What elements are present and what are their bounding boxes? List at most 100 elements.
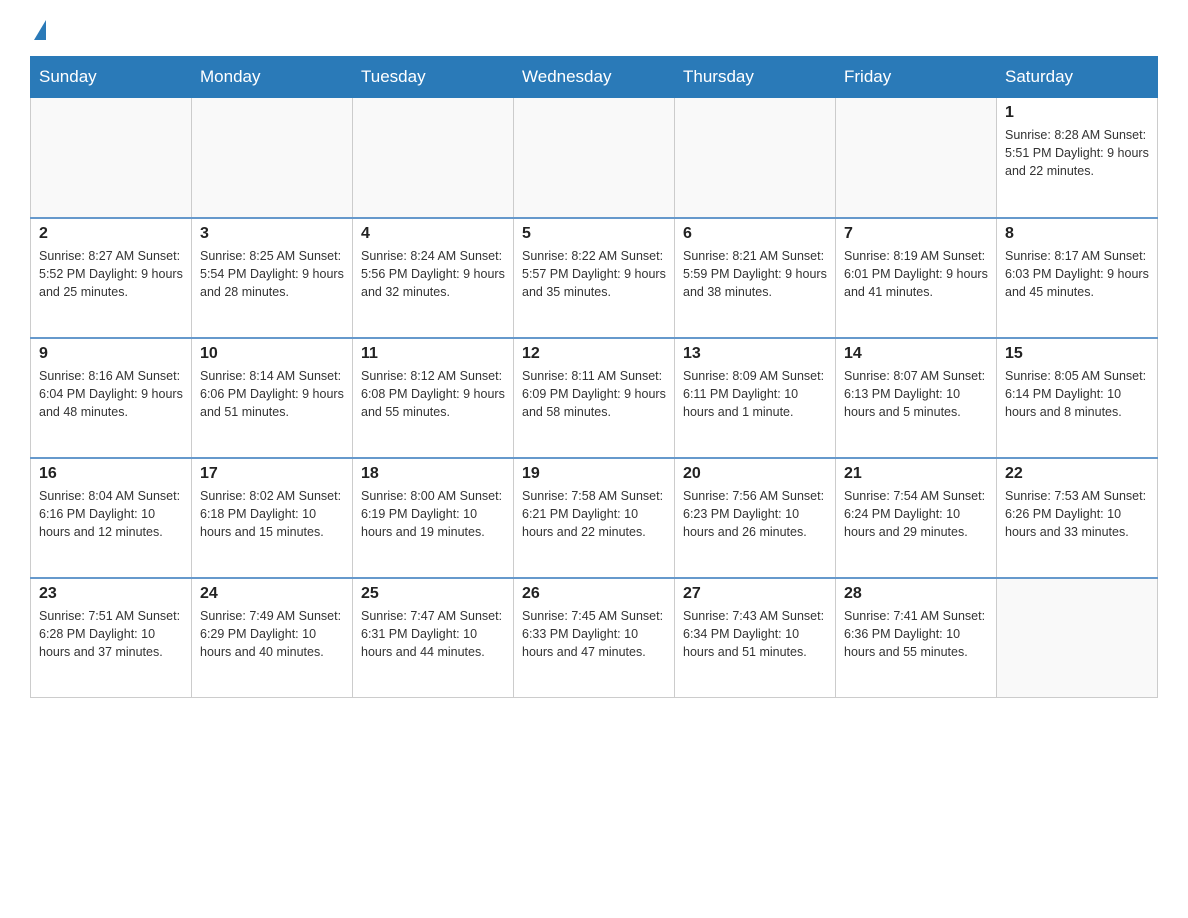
day-info: Sunrise: 8:02 AM Sunset: 6:18 PM Dayligh… — [200, 487, 344, 541]
day-info: Sunrise: 8:04 AM Sunset: 6:16 PM Dayligh… — [39, 487, 183, 541]
day-number: 3 — [200, 225, 344, 243]
day-number: 23 — [39, 585, 183, 603]
day-info: Sunrise: 8:16 AM Sunset: 6:04 PM Dayligh… — [39, 367, 183, 421]
day-info: Sunrise: 8:12 AM Sunset: 6:08 PM Dayligh… — [361, 367, 505, 421]
day-number: 28 — [844, 585, 988, 603]
calendar-cell: 12 Sunrise: 8:11 AM Sunset: 6:09 PM Dayli… — [514, 338, 675, 458]
calendar-week-row: 23 Sunrise: 7:51 AM Sunset: 6:28 PM Dayli… — [31, 578, 1158, 698]
calendar-cell — [514, 98, 675, 218]
day-number: 24 — [200, 585, 344, 603]
calendar-cell: 13 Sunrise: 8:09 AM Sunset: 6:11 PM Dayli… — [675, 338, 836, 458]
day-info: Sunrise: 7:47 AM Sunset: 6:31 PM Dayligh… — [361, 607, 505, 661]
calendar-cell: 16 Sunrise: 8:04 AM Sunset: 6:16 PM Dayli… — [31, 458, 192, 578]
day-number: 6 — [683, 225, 827, 243]
logo-triangle-icon — [34, 20, 46, 40]
calendar-cell: 3 Sunrise: 8:25 AM Sunset: 5:54 PM Daylig… — [192, 218, 353, 338]
calendar-cell: 24 Sunrise: 7:49 AM Sunset: 6:29 PM Dayli… — [192, 578, 353, 698]
calendar-cell: 15 Sunrise: 8:05 AM Sunset: 6:14 PM Dayli… — [997, 338, 1158, 458]
day-info: Sunrise: 8:24 AM Sunset: 5:56 PM Dayligh… — [361, 247, 505, 301]
day-number: 11 — [361, 345, 505, 363]
calendar-cell: 27 Sunrise: 7:43 AM Sunset: 6:34 PM Dayli… — [675, 578, 836, 698]
weekday-header-monday: Monday — [192, 57, 353, 98]
calendar-cell: 10 Sunrise: 8:14 AM Sunset: 6:06 PM Dayli… — [192, 338, 353, 458]
day-number: 4 — [361, 225, 505, 243]
day-number: 10 — [200, 345, 344, 363]
day-number: 12 — [522, 345, 666, 363]
weekday-header-row: SundayMondayTuesdayWednesdayThursdayFrid… — [31, 57, 1158, 98]
day-info: Sunrise: 7:43 AM Sunset: 6:34 PM Dayligh… — [683, 607, 827, 661]
calendar-cell: 9 Sunrise: 8:16 AM Sunset: 6:04 PM Daylig… — [31, 338, 192, 458]
day-number: 5 — [522, 225, 666, 243]
day-number: 25 — [361, 585, 505, 603]
day-info: Sunrise: 7:54 AM Sunset: 6:24 PM Dayligh… — [844, 487, 988, 541]
logo — [30, 20, 46, 38]
calendar-cell: 5 Sunrise: 8:22 AM Sunset: 5:57 PM Daylig… — [514, 218, 675, 338]
day-info: Sunrise: 8:14 AM Sunset: 6:06 PM Dayligh… — [200, 367, 344, 421]
calendar-week-row: 9 Sunrise: 8:16 AM Sunset: 6:04 PM Daylig… — [31, 338, 1158, 458]
day-number: 20 — [683, 465, 827, 483]
day-number: 13 — [683, 345, 827, 363]
day-info: Sunrise: 8:00 AM Sunset: 6:19 PM Dayligh… — [361, 487, 505, 541]
calendar-cell: 7 Sunrise: 8:19 AM Sunset: 6:01 PM Daylig… — [836, 218, 997, 338]
calendar-week-row: 16 Sunrise: 8:04 AM Sunset: 6:16 PM Dayli… — [31, 458, 1158, 578]
calendar-cell: 2 Sunrise: 8:27 AM Sunset: 5:52 PM Daylig… — [31, 218, 192, 338]
day-info: Sunrise: 8:21 AM Sunset: 5:59 PM Dayligh… — [683, 247, 827, 301]
weekday-header-thursday: Thursday — [675, 57, 836, 98]
calendar-cell: 21 Sunrise: 7:54 AM Sunset: 6:24 PM Dayli… — [836, 458, 997, 578]
calendar-cell: 14 Sunrise: 8:07 AM Sunset: 6:13 PM Dayli… — [836, 338, 997, 458]
calendar-cell: 28 Sunrise: 7:41 AM Sunset: 6:36 PM Dayli… — [836, 578, 997, 698]
day-number: 15 — [1005, 345, 1149, 363]
weekday-header-saturday: Saturday — [997, 57, 1158, 98]
page-header — [30, 20, 1158, 38]
day-info: Sunrise: 7:41 AM Sunset: 6:36 PM Dayligh… — [844, 607, 988, 661]
calendar-cell: 17 Sunrise: 8:02 AM Sunset: 6:18 PM Dayli… — [192, 458, 353, 578]
day-number: 7 — [844, 225, 988, 243]
day-info: Sunrise: 7:49 AM Sunset: 6:29 PM Dayligh… — [200, 607, 344, 661]
calendar-cell: 22 Sunrise: 7:53 AM Sunset: 6:26 PM Dayli… — [997, 458, 1158, 578]
calendar-cell — [353, 98, 514, 218]
day-number: 17 — [200, 465, 344, 483]
day-number: 26 — [522, 585, 666, 603]
calendar-cell: 19 Sunrise: 7:58 AM Sunset: 6:21 PM Dayli… — [514, 458, 675, 578]
day-info: Sunrise: 7:58 AM Sunset: 6:21 PM Dayligh… — [522, 487, 666, 541]
day-number: 1 — [1005, 104, 1149, 122]
day-number: 2 — [39, 225, 183, 243]
day-info: Sunrise: 8:05 AM Sunset: 6:14 PM Dayligh… — [1005, 367, 1149, 421]
day-number: 19 — [522, 465, 666, 483]
calendar-cell — [675, 98, 836, 218]
day-info: Sunrise: 8:19 AM Sunset: 6:01 PM Dayligh… — [844, 247, 988, 301]
calendar-cell: 1Sunrise: 8:28 AM Sunset: 5:51 PM Daylig… — [997, 98, 1158, 218]
calendar-cell: 11 Sunrise: 8:12 AM Sunset: 6:08 PM Dayli… — [353, 338, 514, 458]
day-info: Sunrise: 8:27 AM Sunset: 5:52 PM Dayligh… — [39, 247, 183, 301]
day-info: Sunrise: 8:07 AM Sunset: 6:13 PM Dayligh… — [844, 367, 988, 421]
weekday-header-wednesday: Wednesday — [514, 57, 675, 98]
calendar-cell: 26Sunrise: 7:45 AM Sunset: 6:33 PM Dayli… — [514, 578, 675, 698]
calendar-cell — [997, 578, 1158, 698]
day-number: 16 — [39, 465, 183, 483]
day-number: 9 — [39, 345, 183, 363]
weekday-header-tuesday: Tuesday — [353, 57, 514, 98]
day-number: 21 — [844, 465, 988, 483]
calendar-cell — [836, 98, 997, 218]
day-info: Sunrise: 7:53 AM Sunset: 6:26 PM Dayligh… — [1005, 487, 1149, 541]
weekday-header-sunday: Sunday — [31, 57, 192, 98]
day-info: Sunrise: 8:11 AM Sunset: 6:09 PM Dayligh… — [522, 367, 666, 421]
calendar-cell — [192, 98, 353, 218]
day-number: 14 — [844, 345, 988, 363]
day-info: Sunrise: 8:22 AM Sunset: 5:57 PM Dayligh… — [522, 247, 666, 301]
calendar-cell: 6 Sunrise: 8:21 AM Sunset: 5:59 PM Daylig… — [675, 218, 836, 338]
weekday-header-friday: Friday — [836, 57, 997, 98]
calendar-cell: 4 Sunrise: 8:24 AM Sunset: 5:56 PM Daylig… — [353, 218, 514, 338]
day-info: Sunrise: 8:25 AM Sunset: 5:54 PM Dayligh… — [200, 247, 344, 301]
day-info: Sunrise: 7:56 AM Sunset: 6:23 PM Dayligh… — [683, 487, 827, 541]
day-number: 27 — [683, 585, 827, 603]
day-number: 8 — [1005, 225, 1149, 243]
calendar-cell: 8 Sunrise: 8:17 AM Sunset: 6:03 PM Daylig… — [997, 218, 1158, 338]
calendar-cell: 25 Sunrise: 7:47 AM Sunset: 6:31 PM Dayli… — [353, 578, 514, 698]
day-number: 22 — [1005, 465, 1149, 483]
calendar-week-row: 1Sunrise: 8:28 AM Sunset: 5:51 PM Daylig… — [31, 98, 1158, 218]
day-info: Sunrise: 8:09 AM Sunset: 6:11 PM Dayligh… — [683, 367, 827, 421]
day-info: Sunrise: 8:17 AM Sunset: 6:03 PM Dayligh… — [1005, 247, 1149, 301]
calendar-week-row: 2 Sunrise: 8:27 AM Sunset: 5:52 PM Daylig… — [31, 218, 1158, 338]
day-info: Sunrise: 7:51 AM Sunset: 6:28 PM Dayligh… — [39, 607, 183, 661]
